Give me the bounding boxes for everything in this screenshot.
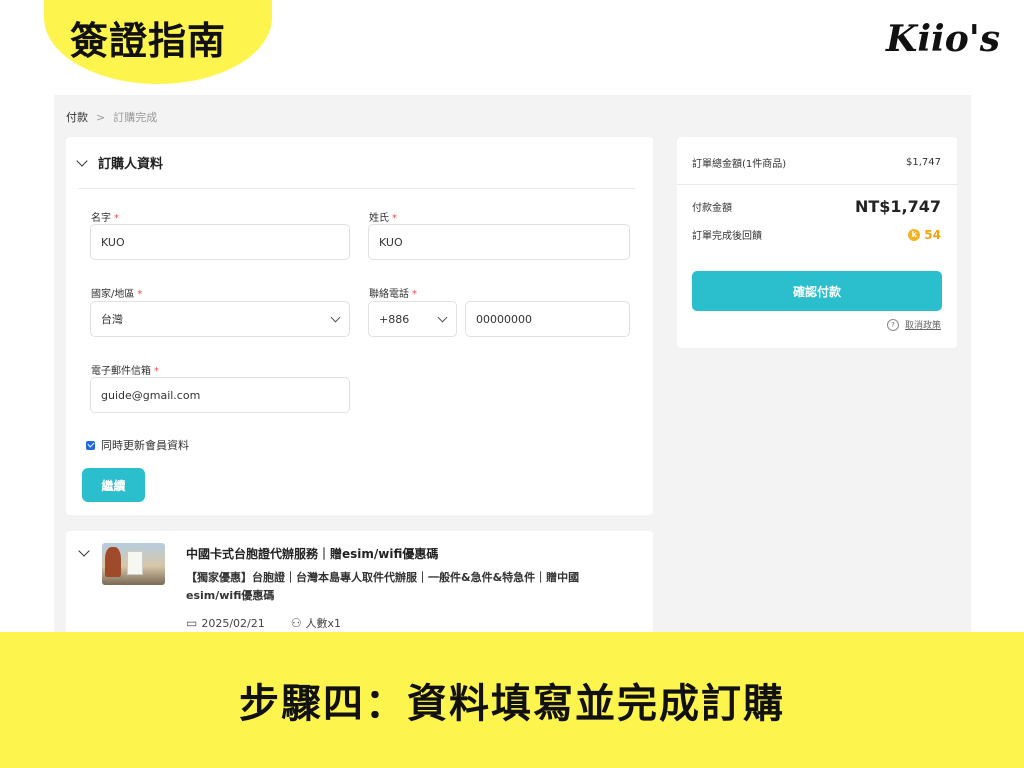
required-mark: * — [114, 213, 119, 224]
product-date: ▭ 2025/02/21 — [186, 616, 265, 630]
chevron-down-icon — [437, 312, 448, 322]
last-name-field[interactable]: KUO — [368, 224, 630, 260]
breadcrumb-chevron-icon: > — [96, 110, 106, 124]
payment-amount-label: 付款金額 — [692, 203, 732, 214]
email-field[interactable]: guide@gmail.com — [90, 377, 350, 413]
product-title: 中國卡式台胞證代辦服務｜贈esim/wifi優惠碼 — [186, 547, 439, 561]
order-summary-card: 訂單總金額(1件商品) $1,747 付款金額 NT$1,747 訂單完成後回饋… — [677, 137, 957, 348]
first-name-label-text: 名字 — [91, 213, 111, 224]
required-mark: * — [392, 213, 397, 224]
email-label-text: 電子郵件信箱 — [91, 366, 151, 377]
phone-code-select[interactable]: +886 — [368, 301, 457, 337]
product-people: ⚇ 人數x1 — [291, 615, 341, 631]
cancel-policy-link[interactable]: ? 取消政策 — [886, 318, 941, 331]
phone-number-field[interactable]: 00000000 — [465, 301, 630, 337]
product-meta: ▭ 2025/02/21 ⚇ 人數x1 — [186, 615, 341, 631]
required-mark: * — [412, 289, 417, 300]
first-name-field[interactable]: KUO — [90, 224, 350, 260]
calendar-icon: ▭ — [186, 616, 198, 630]
product-thumbnail — [102, 543, 165, 585]
confirm-payment-button[interactable]: 確認付款 — [692, 271, 942, 311]
orderer-section-title: 訂購人資料 — [98, 157, 164, 172]
phone-label: 聯絡電話 * — [369, 285, 417, 300]
thumbnail-tree-shape — [105, 547, 121, 577]
section-divider — [78, 188, 635, 189]
reward-points: k 54 — [908, 228, 941, 242]
cancel-policy-text: 取消政策 — [904, 321, 941, 331]
thumbnail-document-shape — [127, 551, 143, 575]
phone-code-value: +886 — [379, 312, 410, 326]
order-total-row: 訂單總金額(1件商品) $1,747 — [692, 155, 941, 170]
last-name-label: 姓氏 * — [369, 209, 397, 224]
breadcrumb: 付款 > 訂購完成 — [66, 109, 157, 125]
required-mark: * — [154, 366, 159, 377]
checkout-screenshot: 付款 > 訂購完成 訂購人資料 名字 * KUO 姓氏 * KUO 國家/地區 * 台… — [54, 95, 971, 635]
chevron-down-icon — [330, 312, 341, 322]
product-description: 【獨家優惠】台胞證｜台灣本島專人取件代辦服｜一般件&急件&特急件｜贈中國esim… — [186, 571, 580, 602]
summary-divider — [677, 184, 957, 185]
reward-row: 訂單完成後回饋 k 54 — [692, 227, 941, 243]
brand-logo: Kiio's — [886, 18, 1000, 60]
people-icon: ⚇ — [290, 616, 302, 630]
breadcrumb-step-complete: 訂購完成 — [113, 111, 158, 124]
orderer-info-card: 訂購人資料 名字 * KUO 姓氏 * KUO 國家/地區 * 台灣 聯絡電話 * +8… — [66, 137, 653, 515]
breadcrumb-step-payment[interactable]: 付款 — [66, 109, 88, 125]
orderer-section-toggle[interactable]: 訂購人資料 — [76, 153, 164, 172]
required-mark: * — [137, 289, 143, 300]
country-value: 台灣 — [101, 313, 123, 326]
update-member-checkbox[interactable] — [86, 440, 95, 450]
first-name-label: 名字 * — [91, 209, 119, 224]
country-label-text: 國家/地區 — [91, 289, 135, 300]
product-expand-chevron-icon[interactable] — [78, 545, 90, 557]
update-member-checkbox-row[interactable]: 同時更新會員資料 — [86, 437, 189, 453]
email-label: 電子郵件信箱 * — [91, 362, 159, 377]
header-tag: 簽證指南 — [70, 19, 227, 63]
country-label: 國家/地區 * — [91, 285, 142, 300]
product-people-value: 人數x1 — [305, 617, 342, 630]
step-caption: 步驟四：資料填寫並完成訂購 — [239, 680, 785, 727]
order-total-label: 訂單總金額(1件商品) — [692, 159, 787, 170]
last-name-value: KUO — [379, 235, 403, 249]
question-icon: ? — [886, 318, 899, 331]
first-name-value: KUO — [101, 235, 125, 249]
last-name-label-text: 姓氏 — [369, 213, 389, 224]
order-total-value: $1,747 — [906, 157, 941, 168]
coin-icon: k — [908, 228, 921, 241]
chevron-down-icon — [76, 154, 88, 167]
step-caption-banner: 步驟四：資料填寫並完成訂購 — [0, 632, 1024, 768]
product-date-value: 2025/02/21 — [201, 617, 265, 630]
phone-number-value: 00000000 — [476, 312, 532, 326]
reward-value: 54 — [924, 227, 941, 242]
payment-amount-value: NT$1,747 — [854, 197, 941, 216]
product-card: 中國卡式台胞證代辦服務｜贈esim/wifi優惠碼 【獨家優惠】台胞證｜台灣本島… — [66, 531, 653, 635]
continue-button[interactable]: 繼續 — [82, 468, 145, 502]
update-member-label: 同時更新會員資料 — [101, 439, 189, 452]
reward-label: 訂單完成後回饋 — [692, 231, 762, 242]
email-value: guide@gmail.com — [101, 388, 201, 402]
payment-amount-row: 付款金額 NT$1,747 — [692, 197, 941, 216]
country-select[interactable]: 台灣 — [90, 301, 350, 337]
phone-label-text: 聯絡電話 — [369, 289, 409, 300]
